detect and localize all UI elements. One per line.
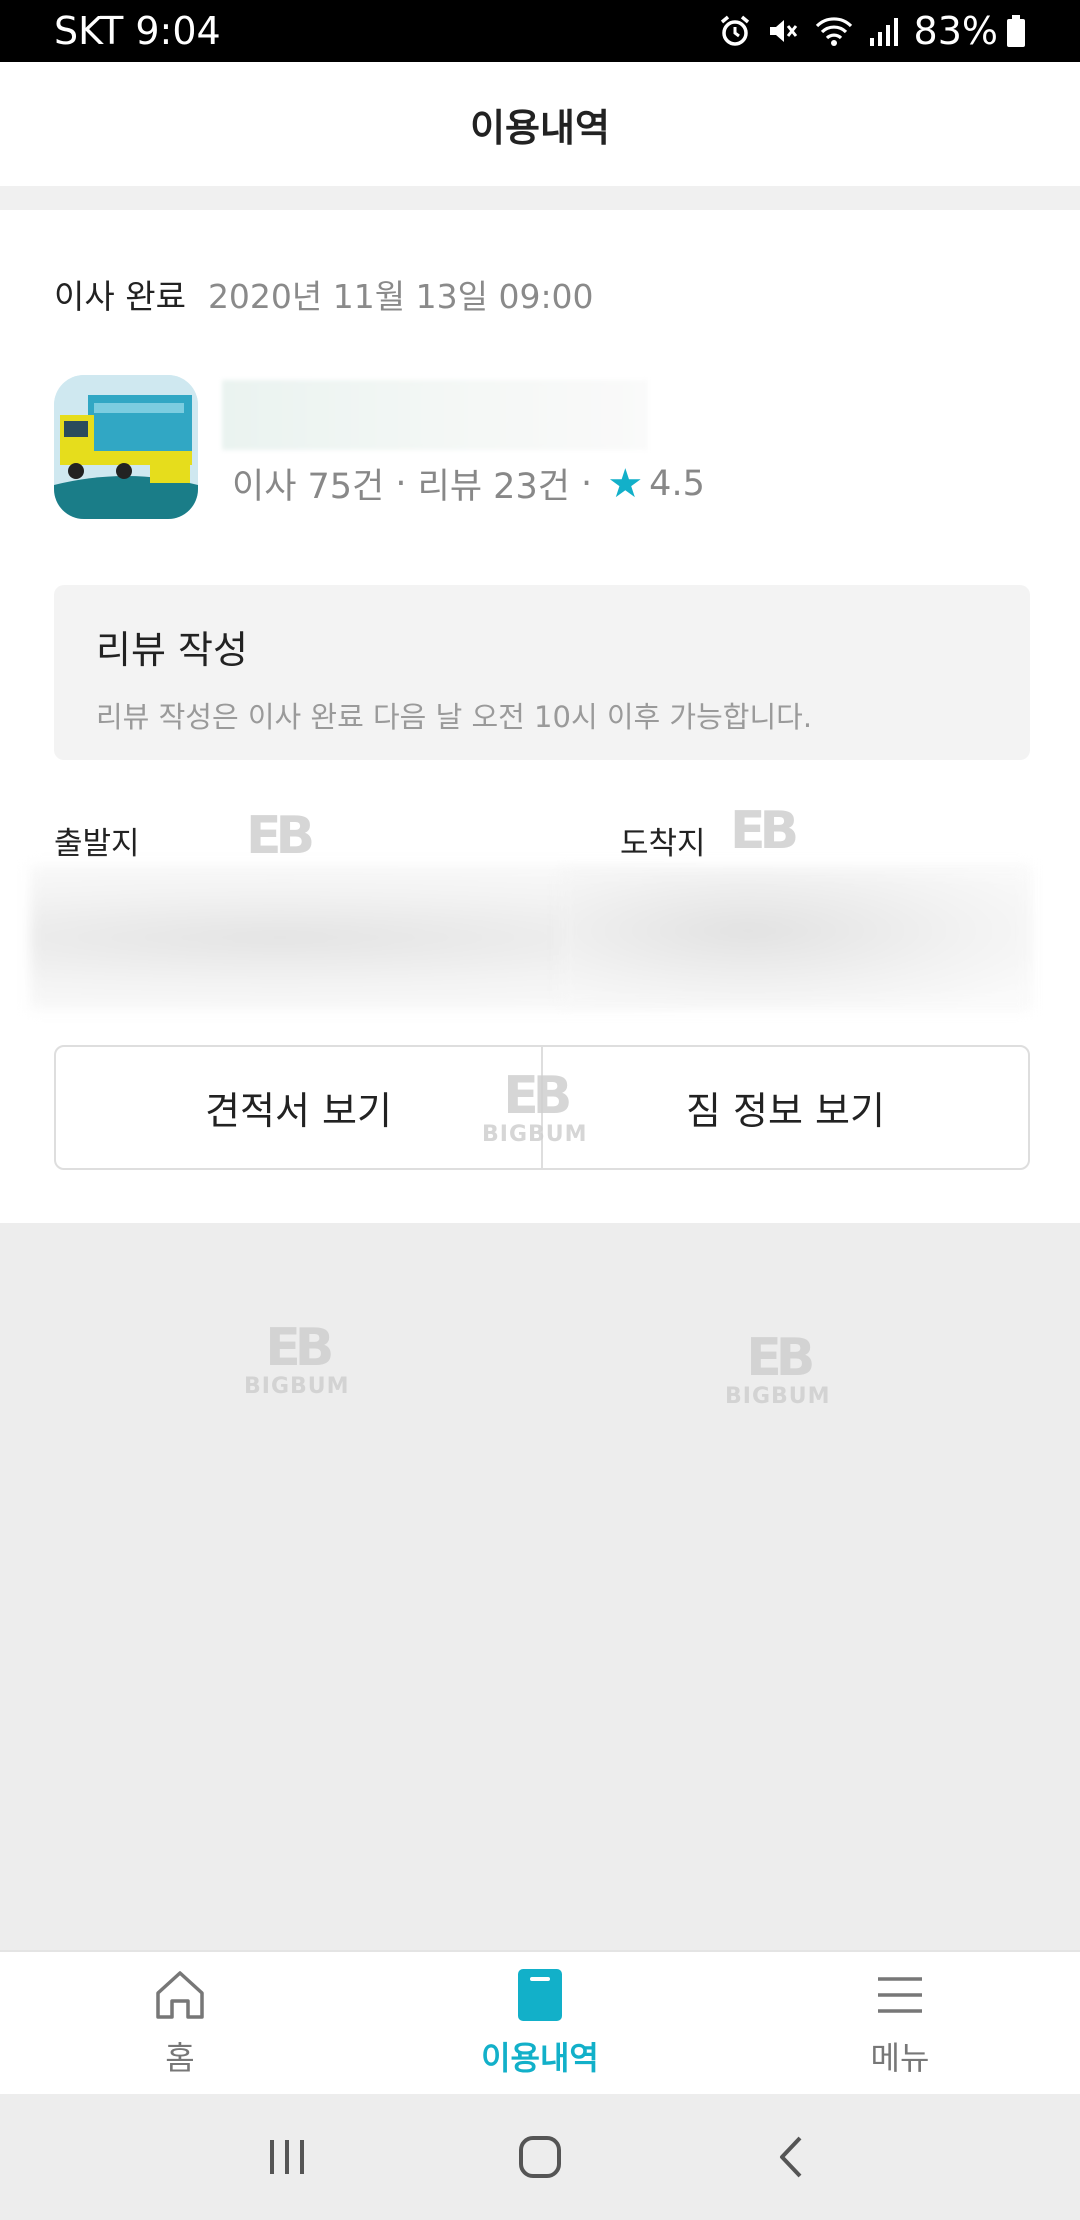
- nav-menu-label: 메뉴: [870, 2039, 930, 2077]
- review-desc: 리뷰 작성은 이사 완료 다음 날 오전 10시 이후 가능합니다.: [96, 700, 813, 734]
- review-title: 리뷰 작성: [96, 628, 248, 672]
- watermark-logo: EB BIGBUM: [244, 1318, 350, 1399]
- company-name-redacted: [222, 380, 648, 450]
- system-nav-bar: [0, 2094, 1080, 2220]
- move-datetime: 2020년 11월 13일 09:00: [207, 277, 594, 316]
- destination-label: 도착지: [620, 826, 706, 862]
- carrier-time: SKT 9:04: [54, 9, 221, 53]
- meta-dot: ·: [569, 463, 604, 504]
- home-icon: [156, 1971, 204, 2019]
- nav-history-label: 이용내역: [481, 2039, 599, 2077]
- menu-icon: [878, 1977, 922, 2013]
- watermark-logo: EB: [246, 806, 315, 866]
- status-bar: SKT 9:04 83%: [0, 0, 1080, 62]
- battery: 83%: [914, 9, 1026, 53]
- wifi-icon: [815, 17, 852, 46]
- nav-menu[interactable]: 메뉴: [720, 1952, 1080, 2094]
- move-state: 이사 완료: [54, 277, 186, 316]
- mute-icon: [769, 20, 797, 42]
- home-system-button[interactable]: [500, 2117, 580, 2197]
- nav-home[interactable]: 홈: [0, 1952, 360, 2094]
- home-circle-icon: [518, 2136, 561, 2178]
- watermark-logo: EB BIGBUM: [482, 1066, 588, 1147]
- watermark-logo: EB: [730, 801, 799, 861]
- nav-history[interactable]: 이용내역: [360, 1952, 720, 2094]
- company-logo[interactable]: [54, 375, 198, 519]
- page-title: 이용내역: [470, 105, 610, 150]
- back-button[interactable]: [753, 2117, 833, 2197]
- move-count: 이사 75건: [232, 467, 385, 507]
- bottom-nav: 홈 이용내역 메뉴: [0, 1950, 1080, 2094]
- nav-home-label: 홈: [165, 2039, 195, 2077]
- battery-percent: 83%: [913, 9, 998, 53]
- meta-dot: ·: [384, 463, 418, 504]
- signal-icon: [869, 18, 898, 46]
- back-icon: [780, 2136, 802, 2178]
- watermark-logo: EB BIGBUM: [725, 1328, 831, 1409]
- recent-apps-button[interactable]: [247, 2117, 327, 2197]
- recent-apps-icon: [269, 2140, 304, 2174]
- header-divider: [0, 186, 1080, 210]
- company-rating: 4.5: [649, 463, 705, 504]
- view-cargo-button[interactable]: 짐 정보 보기: [543, 1047, 1028, 1168]
- write-review-box[interactable]: 리뷰 작성 리뷰 작성은 이사 완료 다음 날 오전 10시 이후 가능합니다.: [54, 585, 1030, 760]
- review-count: 리뷰 23건: [417, 467, 570, 507]
- star-icon: ★: [607, 460, 644, 507]
- status-icons: 83%: [718, 9, 1026, 53]
- battery-icon: [1007, 15, 1025, 47]
- view-estimate-button[interactable]: 견적서 보기: [56, 1047, 541, 1168]
- history-book-icon: [518, 1969, 562, 2021]
- destination-address-redacted: [560, 870, 1030, 1005]
- origin-label: 출발지: [54, 826, 140, 862]
- alarm-icon: [720, 15, 749, 46]
- app-header: 이용내역: [0, 62, 1080, 186]
- company-meta: 이사 75건 · 리뷰 23건 · ★ 4.5: [232, 458, 705, 509]
- move-status-line: 이사 완료 2020년 11월 13일 09:00: [54, 270, 594, 318]
